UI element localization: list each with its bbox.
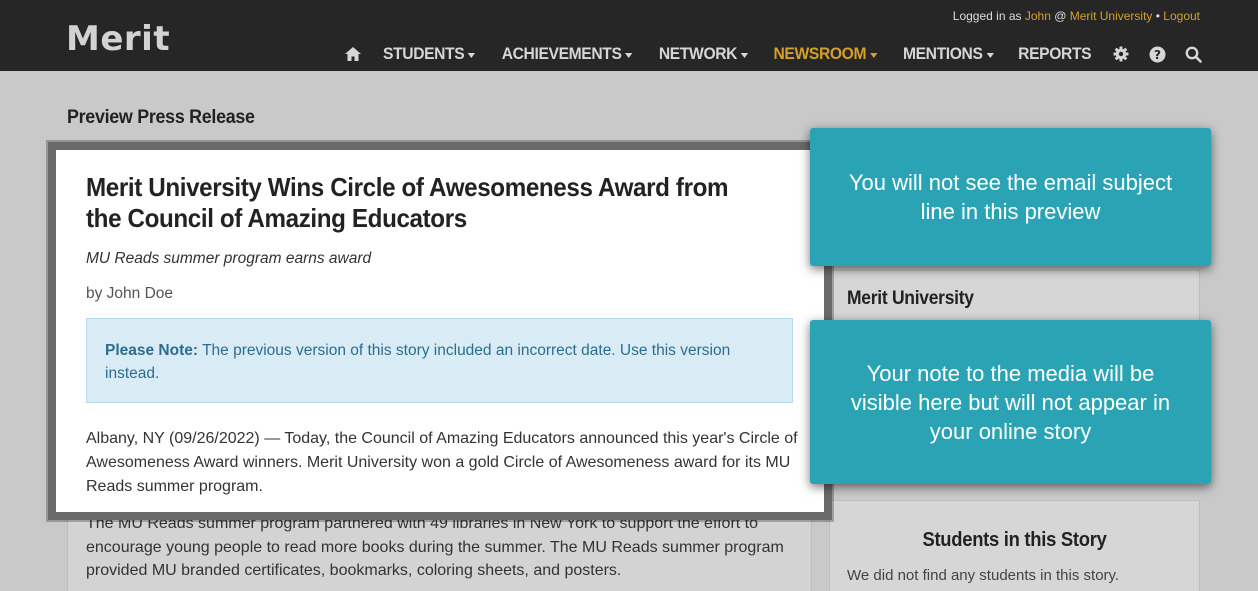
- svg-text:?: ?: [1154, 48, 1161, 62]
- nav-achievements[interactable]: ACHIEVEMENTS: [502, 44, 633, 64]
- page-title: Preview Press Release: [67, 107, 255, 128]
- nav-network[interactable]: NETWORK: [659, 44, 749, 64]
- chevron-down-icon: [986, 52, 994, 58]
- logout-link[interactable]: Logout: [1163, 9, 1200, 23]
- help-icon[interactable]: ?: [1148, 45, 1166, 63]
- chevron-down-icon: [625, 52, 633, 58]
- user-status: Logged in as John @ Merit University • L…: [953, 9, 1200, 23]
- chevron-down-icon: [467, 52, 476, 58]
- article-continued-text: The MU Reads summer program partnered wi…: [86, 515, 784, 579]
- org-link[interactable]: Merit University: [1070, 9, 1153, 23]
- gear-icon[interactable]: [1112, 45, 1130, 63]
- callout-subject-line: You will not see the email subject line …: [810, 128, 1211, 266]
- media-note-box: Please Note: The previous version of thi…: [86, 318, 793, 403]
- search-icon[interactable]: [1184, 45, 1202, 63]
- main-nav: STUDENTS ACHIEVEMENTS NETWORK NEWSROOM M…: [326, 41, 1202, 67]
- note-text: The previous version of this story inclu…: [105, 342, 731, 382]
- nav-reports-label: REPORTS: [1017, 44, 1091, 63]
- nav-achievements-label: ACHIEVEMENTS: [501, 44, 622, 63]
- story-body: Albany, NY (09/26/2022) — Today, the Cou…: [86, 430, 798, 495]
- sidebar-org-title: Merit University: [847, 288, 974, 309]
- story-subheadline: MU Reads summer program earns award: [86, 250, 372, 267]
- at-sign: @: [1050, 9, 1070, 23]
- students-in-story-title: Students in this Story: [922, 529, 1107, 551]
- nav-students-label: STUDENTS: [382, 44, 465, 63]
- separator: •: [1152, 9, 1164, 23]
- note-label: Please Note:: [105, 342, 199, 359]
- top-nav-bar: Merit Logged in as John @ Merit Universi…: [0, 0, 1258, 71]
- nav-students[interactable]: STUDENTS: [382, 44, 476, 64]
- chevron-down-icon: [741, 52, 749, 58]
- callout-media-note: Your note to the media will be visible h…: [810, 320, 1211, 484]
- callout-subject-text: You will not see the email subject line …: [848, 170, 1173, 224]
- merit-logo[interactable]: Merit: [66, 22, 170, 56]
- home-icon[interactable]: [344, 45, 362, 63]
- story-headline: Merit University Wins Circle of Awesomen…: [86, 172, 729, 233]
- nav-reports[interactable]: REPORTS: [1018, 44, 1091, 64]
- logged-in-prefix: Logged in as: [952, 9, 1025, 23]
- story-byline: by John Doe: [86, 285, 174, 302]
- nav-mentions-label: MENTIONS: [903, 44, 983, 63]
- chevron-down-icon: [870, 52, 878, 58]
- students-empty-message: We did not find any students in this sto…: [847, 567, 1120, 584]
- nav-newsroom-label: NEWSROOM: [773, 44, 867, 63]
- nav-mentions[interactable]: MENTIONS: [903, 44, 994, 64]
- nav-network-label: NETWORK: [659, 44, 738, 63]
- user-name-link[interactable]: John: [1025, 9, 1051, 23]
- callout-note-text: Your note to the media will be visible h…: [850, 360, 1171, 444]
- nav-newsroom[interactable]: NEWSROOM: [774, 44, 878, 64]
